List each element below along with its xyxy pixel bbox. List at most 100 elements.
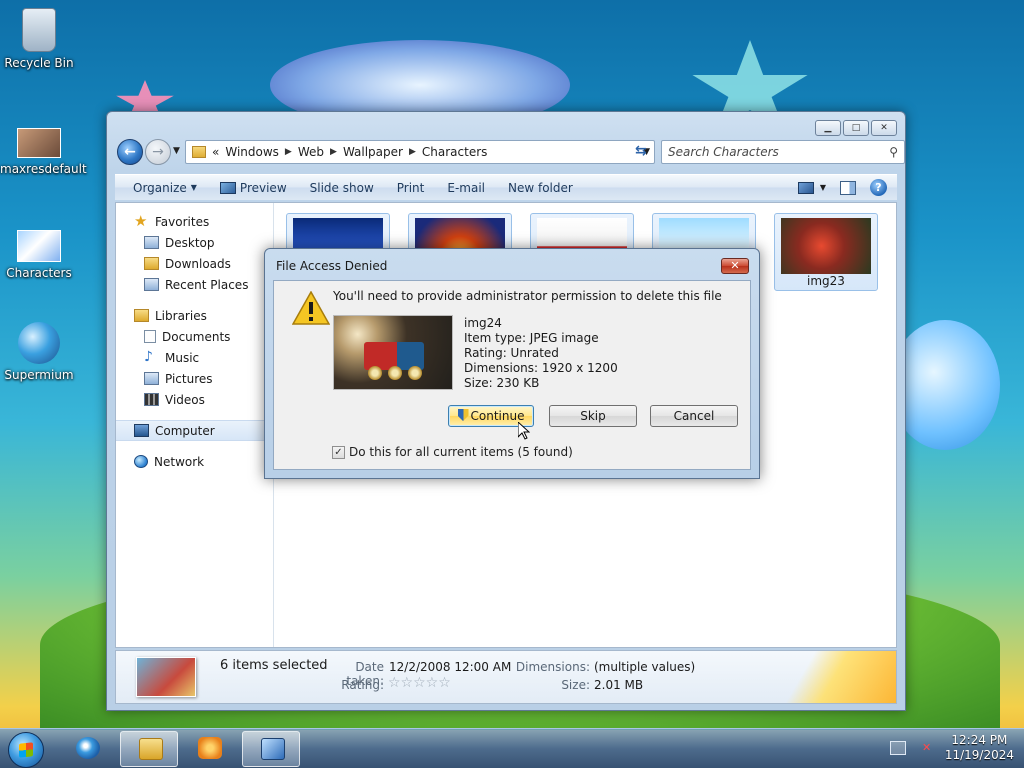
- nav-recent-places[interactable]: Recent Places: [116, 274, 273, 295]
- dimensions-label: Dimensions:: [515, 660, 590, 674]
- back-button[interactable]: ←: [117, 139, 143, 165]
- file-thumbnail-img24: [333, 315, 453, 390]
- chevron-right-icon[interactable]: ▶: [285, 147, 292, 157]
- preview-button[interactable]: Preview: [212, 181, 302, 195]
- nav-computer[interactable]: Computer: [116, 420, 273, 441]
- nav-label: Pictures: [165, 371, 213, 386]
- taskbar-media-player[interactable]: [180, 731, 238, 767]
- network-status-icon[interactable]: [890, 741, 906, 755]
- apply-to-all-label: Do this for all current items (5 found): [349, 445, 573, 459]
- apply-to-all-row[interactable]: ✓ Do this for all current items (5 found…: [332, 445, 573, 459]
- desktop-icon-maxresdefault[interactable]: maxresdefault: [0, 120, 87, 176]
- dialog-body: You'll need to provide administrator per…: [273, 280, 751, 470]
- computer-icon: [134, 424, 149, 437]
- chevron-right-icon[interactable]: ▶: [409, 147, 416, 157]
- taskbar: 12:24 PM 11/19/2024: [0, 728, 1024, 768]
- help-icon[interactable]: ?: [870, 179, 887, 196]
- skip-button[interactable]: Skip: [549, 405, 637, 427]
- command-bar: Organize ▼ Preview Slide show Print E-ma…: [115, 174, 897, 200]
- warning-icon: [292, 291, 330, 325]
- slideshow-button[interactable]: Slide show: [302, 181, 389, 195]
- image-file-icon: [17, 230, 61, 262]
- nav-label: Network: [154, 454, 205, 469]
- rating-stars[interactable]: ☆☆☆☆☆: [388, 676, 451, 690]
- taskbar-control-panel[interactable]: [242, 731, 300, 767]
- nav-documents[interactable]: Documents: [116, 326, 273, 347]
- size-label: Size:: [561, 678, 590, 692]
- clock-date: 11/19/2024: [944, 748, 1014, 762]
- desktop-icon-label: Recycle Bin: [4, 56, 74, 70]
- desktop-icon-recycle-bin[interactable]: Recycle Bin: [0, 8, 78, 70]
- breadcrumb-wallpaper[interactable]: Wallpaper: [343, 145, 403, 159]
- taskbar-internet-explorer[interactable]: [58, 731, 116, 767]
- desktop-icon-supermium[interactable]: Supermium: [0, 322, 78, 382]
- views-icon[interactable]: [797, 181, 814, 194]
- breadcrumb-web[interactable]: Web: [298, 145, 324, 159]
- nav-favorites[interactable]: ★ Favorites: [116, 211, 273, 232]
- minimize-button[interactable]: ▁: [815, 120, 841, 136]
- search-icon[interactable]: ⚲: [889, 145, 898, 159]
- desktop-icon-characters[interactable]: Characters: [0, 224, 78, 280]
- address-bar[interactable]: « Windows ▶ Web ▶ Wallpaper ▶ Characters…: [185, 140, 655, 164]
- network-icon: [134, 455, 148, 468]
- image-file-icon: [17, 128, 61, 158]
- nav-label: Recent Places: [165, 277, 249, 292]
- nav-label: Desktop: [165, 235, 215, 250]
- new-folder-button[interactable]: New folder: [500, 181, 588, 195]
- preview-pane-icon[interactable]: [840, 180, 856, 195]
- wallpaper-moon: [890, 320, 1000, 450]
- nav-music[interactable]: ♪ Music: [116, 347, 273, 368]
- navigation-bar: ← → ▼ « Windows ▶ Web ▶ Wallpaper ▶ Char…: [115, 138, 905, 168]
- clock-time: 12:24 PM: [951, 733, 1008, 747]
- downloads-folder-icon: [144, 257, 159, 270]
- search-input[interactable]: Search Characters ⚲: [661, 140, 905, 164]
- taskbar-windows-explorer[interactable]: [120, 731, 178, 767]
- recycle-bin-icon: [22, 8, 56, 52]
- close-button[interactable]: ✕: [871, 120, 897, 136]
- browser-icon: [18, 322, 60, 364]
- file-dimensions: Dimensions: 1920 x 1200: [464, 361, 618, 375]
- close-button[interactable]: ✕: [721, 258, 749, 274]
- email-button[interactable]: E-mail: [439, 181, 500, 195]
- nav-desktop[interactable]: Desktop: [116, 232, 273, 253]
- chevron-right-icon[interactable]: ▶: [330, 147, 337, 157]
- file-thumbnail-img23[interactable]: img23: [774, 213, 878, 291]
- refresh-icon[interactable]: ⇆: [635, 143, 647, 159]
- date-taken-value[interactable]: 12/2/2008 12:00 AM: [389, 660, 511, 674]
- internet-explorer-icon: [76, 737, 100, 759]
- nav-videos[interactable]: Videos: [116, 389, 273, 410]
- volume-muted-icon[interactable]: [916, 741, 932, 755]
- nav-network[interactable]: Network: [116, 451, 273, 472]
- clock[interactable]: 12:24 PM 11/19/2024: [945, 733, 1014, 763]
- desktop-icon: [144, 236, 159, 249]
- organize-button[interactable]: Organize ▼: [125, 181, 212, 195]
- pictures-icon: [144, 372, 159, 385]
- nav-label: Libraries: [155, 308, 207, 323]
- cancel-button[interactable]: Cancel: [650, 405, 738, 427]
- thumbnail-image: [781, 218, 871, 274]
- notification-area: [890, 741, 932, 755]
- forward-button[interactable]: →: [145, 139, 171, 165]
- print-button[interactable]: Print: [389, 181, 440, 195]
- nav-label: Music: [165, 350, 200, 365]
- recent-pages-dropdown[interactable]: ▼: [173, 146, 180, 156]
- apply-to-all-checkbox[interactable]: ✓: [332, 445, 345, 459]
- film-icon: [144, 393, 159, 406]
- breadcrumb-overflow[interactable]: «: [212, 145, 219, 159]
- wheel: [408, 366, 422, 380]
- dialog-title: File Access Denied: [276, 259, 388, 273]
- file-info: img24 Item type: JPEG image Rating: Unra…: [464, 316, 618, 391]
- uac-shield-icon: [457, 409, 469, 421]
- chevron-down-icon: ▼: [190, 183, 197, 192]
- desktop-icon-label: Characters: [6, 266, 72, 280]
- nav-downloads[interactable]: Downloads: [116, 253, 273, 274]
- maximize-button[interactable]: □: [843, 120, 869, 136]
- start-button[interactable]: [8, 732, 44, 768]
- nav-libraries[interactable]: Libraries: [116, 305, 273, 326]
- nav-pictures[interactable]: Pictures: [116, 368, 273, 389]
- breadcrumb-characters[interactable]: Characters: [422, 145, 488, 159]
- breadcrumb-windows[interactable]: Windows: [225, 145, 279, 159]
- selection-thumbnail: [136, 657, 196, 697]
- desktop-icon-label: Supermium: [4, 368, 74, 382]
- chevron-down-icon[interactable]: ▼: [820, 183, 826, 192]
